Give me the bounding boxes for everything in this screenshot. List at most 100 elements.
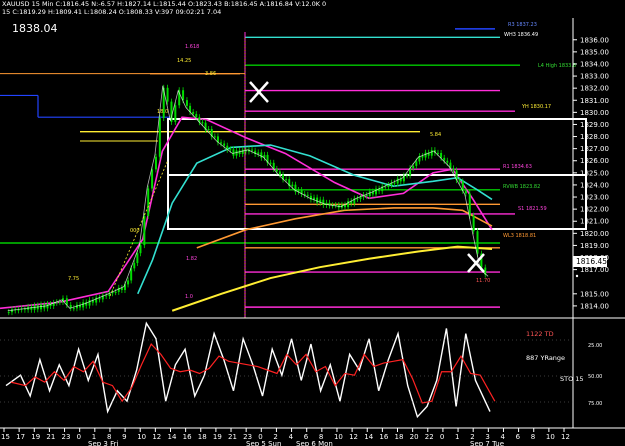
candle-body xyxy=(458,180,461,182)
candle-body xyxy=(452,168,455,171)
candle-body xyxy=(356,198,359,200)
stochastic-lines xyxy=(0,321,573,419)
header-line-1: XAUUSD 15 Min C:1816.45 N:-6.57 H:1827.1… xyxy=(2,0,326,8)
price-tick-label: 1826.00 xyxy=(580,157,609,165)
candle-body xyxy=(257,152,260,155)
ind-tick-75: 75.00 xyxy=(588,401,602,407)
price-tick-label: 1819.00 xyxy=(580,242,609,250)
candle-body xyxy=(30,306,33,310)
candle-body xyxy=(192,111,195,114)
candle-body xyxy=(464,190,467,194)
time-tick-label: 16 xyxy=(379,433,388,441)
candle-body xyxy=(46,304,49,309)
price-tick-label: 1836.00 xyxy=(580,36,609,44)
yrange-label: 887 YRange xyxy=(526,354,565,362)
candle-body xyxy=(220,142,223,144)
candle-body xyxy=(158,118,161,157)
candle-body xyxy=(185,100,188,106)
candle-body xyxy=(154,156,157,170)
candle-body xyxy=(365,195,368,197)
price-tick-label: 1834.00 xyxy=(580,60,609,68)
time-tick-label: 19 xyxy=(31,433,40,441)
highlight-boxes xyxy=(167,118,587,230)
price-tick-label: 1823.00 xyxy=(580,194,609,202)
label-s1: S1 1821.59 xyxy=(518,206,547,212)
ma-line-ma_yellow xyxy=(171,245,493,312)
time-tick-label: 12 xyxy=(152,433,161,441)
price-tick-label: 1827.00 xyxy=(580,145,609,153)
candle-body xyxy=(207,129,210,131)
candle-body xyxy=(114,291,117,293)
label-1618: 1.618 xyxy=(185,44,199,50)
candle-body xyxy=(316,197,319,203)
price-tick-label: 1829.00 xyxy=(580,121,609,129)
stoch-d-line xyxy=(10,342,496,404)
time-tick-label: 20 xyxy=(410,433,419,441)
candle-body xyxy=(251,149,254,151)
candle-body xyxy=(7,312,10,314)
candle-body xyxy=(213,136,216,138)
candle-body xyxy=(424,152,427,158)
price-tick-label: 1825.00 xyxy=(580,169,609,177)
time-tick-label: 17 xyxy=(16,433,25,441)
candle-body xyxy=(151,169,154,189)
time-tick-label: 19 xyxy=(213,433,222,441)
label-000: 000 xyxy=(130,228,140,234)
candle-body xyxy=(88,300,91,306)
price-tick-label: 1822.00 xyxy=(580,206,609,214)
candle-body xyxy=(82,302,85,308)
time-tick-label: 15 xyxy=(1,433,10,441)
level-lines xyxy=(0,28,520,318)
time-tick-label: 1 xyxy=(455,433,459,441)
price-tick-label: 1832.00 xyxy=(580,85,609,93)
candle-body xyxy=(375,188,378,195)
time-tick-label: 14 xyxy=(364,433,373,441)
time-tick-label: 9 xyxy=(122,433,126,441)
time-tick-label: 8 xyxy=(531,433,535,441)
candle-body xyxy=(412,165,415,169)
time-tick-label: 22 xyxy=(425,433,434,441)
header-line-2: 15 C:1819.29 H:1809.41 L:1808.24 O:1808.… xyxy=(2,8,221,16)
time-tick-label: 18 xyxy=(395,433,404,441)
time-tick-label: 21 xyxy=(228,433,237,441)
candle-body xyxy=(359,197,362,199)
td-label: 1122 TD xyxy=(526,330,554,338)
candle-body xyxy=(291,184,294,187)
label-1425: 14.25 xyxy=(177,58,191,64)
label-182: 1.82 xyxy=(186,256,197,262)
candle-body xyxy=(133,263,136,269)
candle-body xyxy=(182,90,185,101)
candle-body xyxy=(421,156,424,158)
label-1170: 11.70 xyxy=(476,278,490,284)
time-tick-label: 0 xyxy=(440,433,444,441)
candle-body xyxy=(201,122,204,124)
candle-body xyxy=(430,150,433,156)
label-yh: YH 1830.17 xyxy=(521,104,551,110)
candle-body xyxy=(232,149,235,156)
time-tick-label: 0 xyxy=(77,433,81,441)
candle-body xyxy=(468,193,471,216)
candle-body xyxy=(241,149,244,155)
candle-body xyxy=(472,215,475,232)
time-tick-label: 4 xyxy=(289,433,294,441)
candle-body xyxy=(136,253,139,264)
time-tick-label: 21 xyxy=(46,433,55,441)
price-tick-label: 1831.00 xyxy=(580,97,609,105)
price-tick-label: 1820.00 xyxy=(580,230,609,238)
candle-body xyxy=(58,301,61,303)
candle-body xyxy=(260,152,263,158)
candle-body xyxy=(387,185,390,188)
ind-tick-25: 25.00 xyxy=(588,343,602,349)
candle-body xyxy=(306,194,309,196)
date-label: Sep 3 Fri xyxy=(88,440,118,446)
candle-body xyxy=(127,280,130,285)
candle-body xyxy=(275,168,278,172)
current-price: 1816.45 xyxy=(576,257,607,266)
candle-body xyxy=(278,171,281,175)
time-tick-label: 10 xyxy=(334,433,343,441)
price-chart: XAUUSD 15 Min C:1816.45 N:-6.57 H:1827.1… xyxy=(0,0,625,446)
time-tick-label: 16 xyxy=(183,433,192,441)
price-tick-label: 1830.00 xyxy=(580,109,609,117)
candle-body xyxy=(139,245,142,254)
label-10: 1.0 xyxy=(185,294,193,300)
